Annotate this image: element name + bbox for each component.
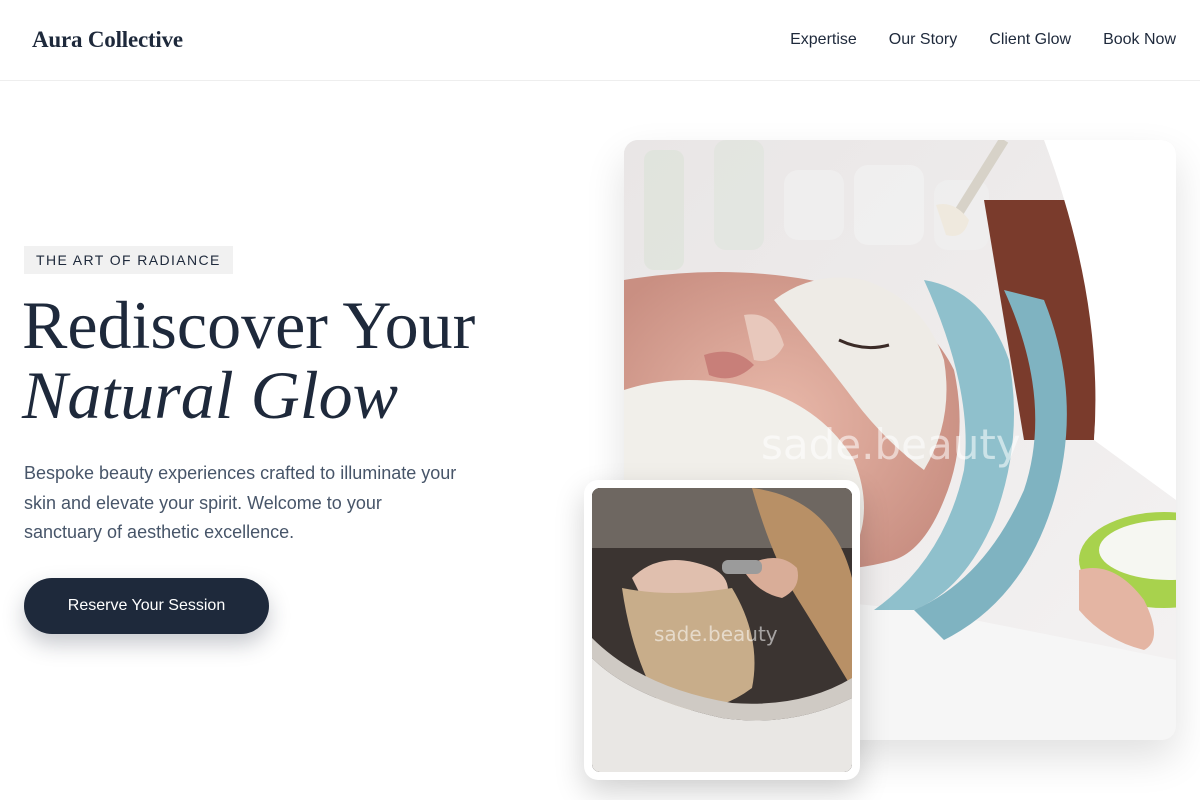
nav-link-our-story[interactable]: Our Story: [889, 31, 957, 49]
hair-wash-photo-card: sade.beauty: [584, 480, 860, 780]
headline-line-1: Rediscover Your: [22, 287, 476, 363]
main-photo-watermark: sade.beauty: [761, 420, 1021, 469]
reserve-session-button[interactable]: Reserve Your Session: [24, 578, 269, 634]
nav-link-client-glow[interactable]: Client Glow: [989, 31, 1071, 49]
hero-headline: Rediscover Your Natural Glow: [22, 290, 475, 430]
site-header: Aura Collective Expertise Our Story Clie…: [0, 0, 1200, 81]
hero-eyebrow: THE ART OF RADIANCE: [24, 246, 233, 274]
hair-wash-photo: sade.beauty: [592, 488, 852, 772]
small-photo-watermark: sade.beauty: [654, 622, 778, 646]
brand-logo[interactable]: Aura Collective: [32, 27, 183, 53]
nav-link-expertise[interactable]: Expertise: [790, 31, 857, 49]
headline-line-2: Natural Glow: [22, 357, 398, 433]
main-nav: Expertise Our Story Client Glow Book Now: [790, 31, 1176, 49]
nav-link-book-now[interactable]: Book Now: [1103, 31, 1176, 49]
hero-description: Bespoke beauty experiences crafted to il…: [24, 463, 457, 542]
